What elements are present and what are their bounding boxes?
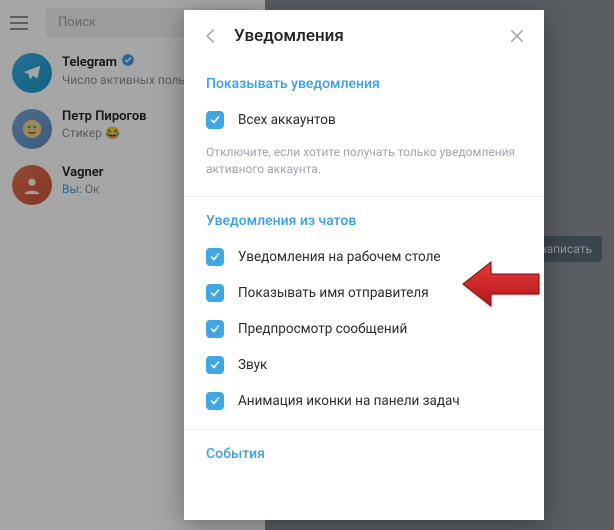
option-taskbar-animation[interactable]: Анимация иконки на панели задач: [206, 383, 522, 419]
option-label: Всех аккаунтов: [238, 112, 336, 128]
checkbox-checked-icon: [206, 248, 224, 266]
checkbox-checked-icon: [206, 320, 224, 338]
option-label: Предпросмотр сообщений: [238, 321, 407, 337]
option-label: Уведомления на рабочем столе: [238, 249, 441, 265]
section-show-notifications: Показывать уведомления: [206, 76, 522, 92]
option-sound[interactable]: Звук: [206, 347, 522, 383]
divider: [184, 429, 544, 430]
back-button[interactable]: [202, 27, 220, 45]
checkbox-checked-icon: [206, 284, 224, 302]
checkbox-checked-icon: [206, 111, 224, 129]
close-button[interactable]: [508, 27, 526, 45]
divider: [184, 196, 544, 197]
option-label: Анимация иконки на панели задач: [238, 393, 460, 409]
notifications-settings-modal: Уведомления Показывать уведомления Всех …: [184, 10, 544, 520]
section-events: События: [206, 446, 522, 462]
section-chat-notifications: Уведомления из чатов: [206, 213, 522, 229]
option-all-accounts[interactable]: Всех аккаунтов: [206, 102, 522, 138]
checkbox-checked-icon: [206, 356, 224, 374]
arrow-left-icon: [202, 27, 220, 45]
option-label: Показывать имя отправителя: [238, 285, 429, 301]
option-message-preview[interactable]: Предпросмотр сообщений: [206, 311, 522, 347]
checkbox-checked-icon: [206, 392, 224, 410]
option-desktop-notifications[interactable]: Уведомления на рабочем столе: [206, 239, 522, 275]
hint-text: Отключите, если хотите получать только у…: [206, 138, 522, 192]
option-show-sender[interactable]: Показывать имя отправителя: [206, 275, 522, 311]
close-icon: [508, 27, 526, 45]
option-label: Звук: [238, 357, 267, 373]
modal-title: Уведомления: [234, 26, 494, 46]
